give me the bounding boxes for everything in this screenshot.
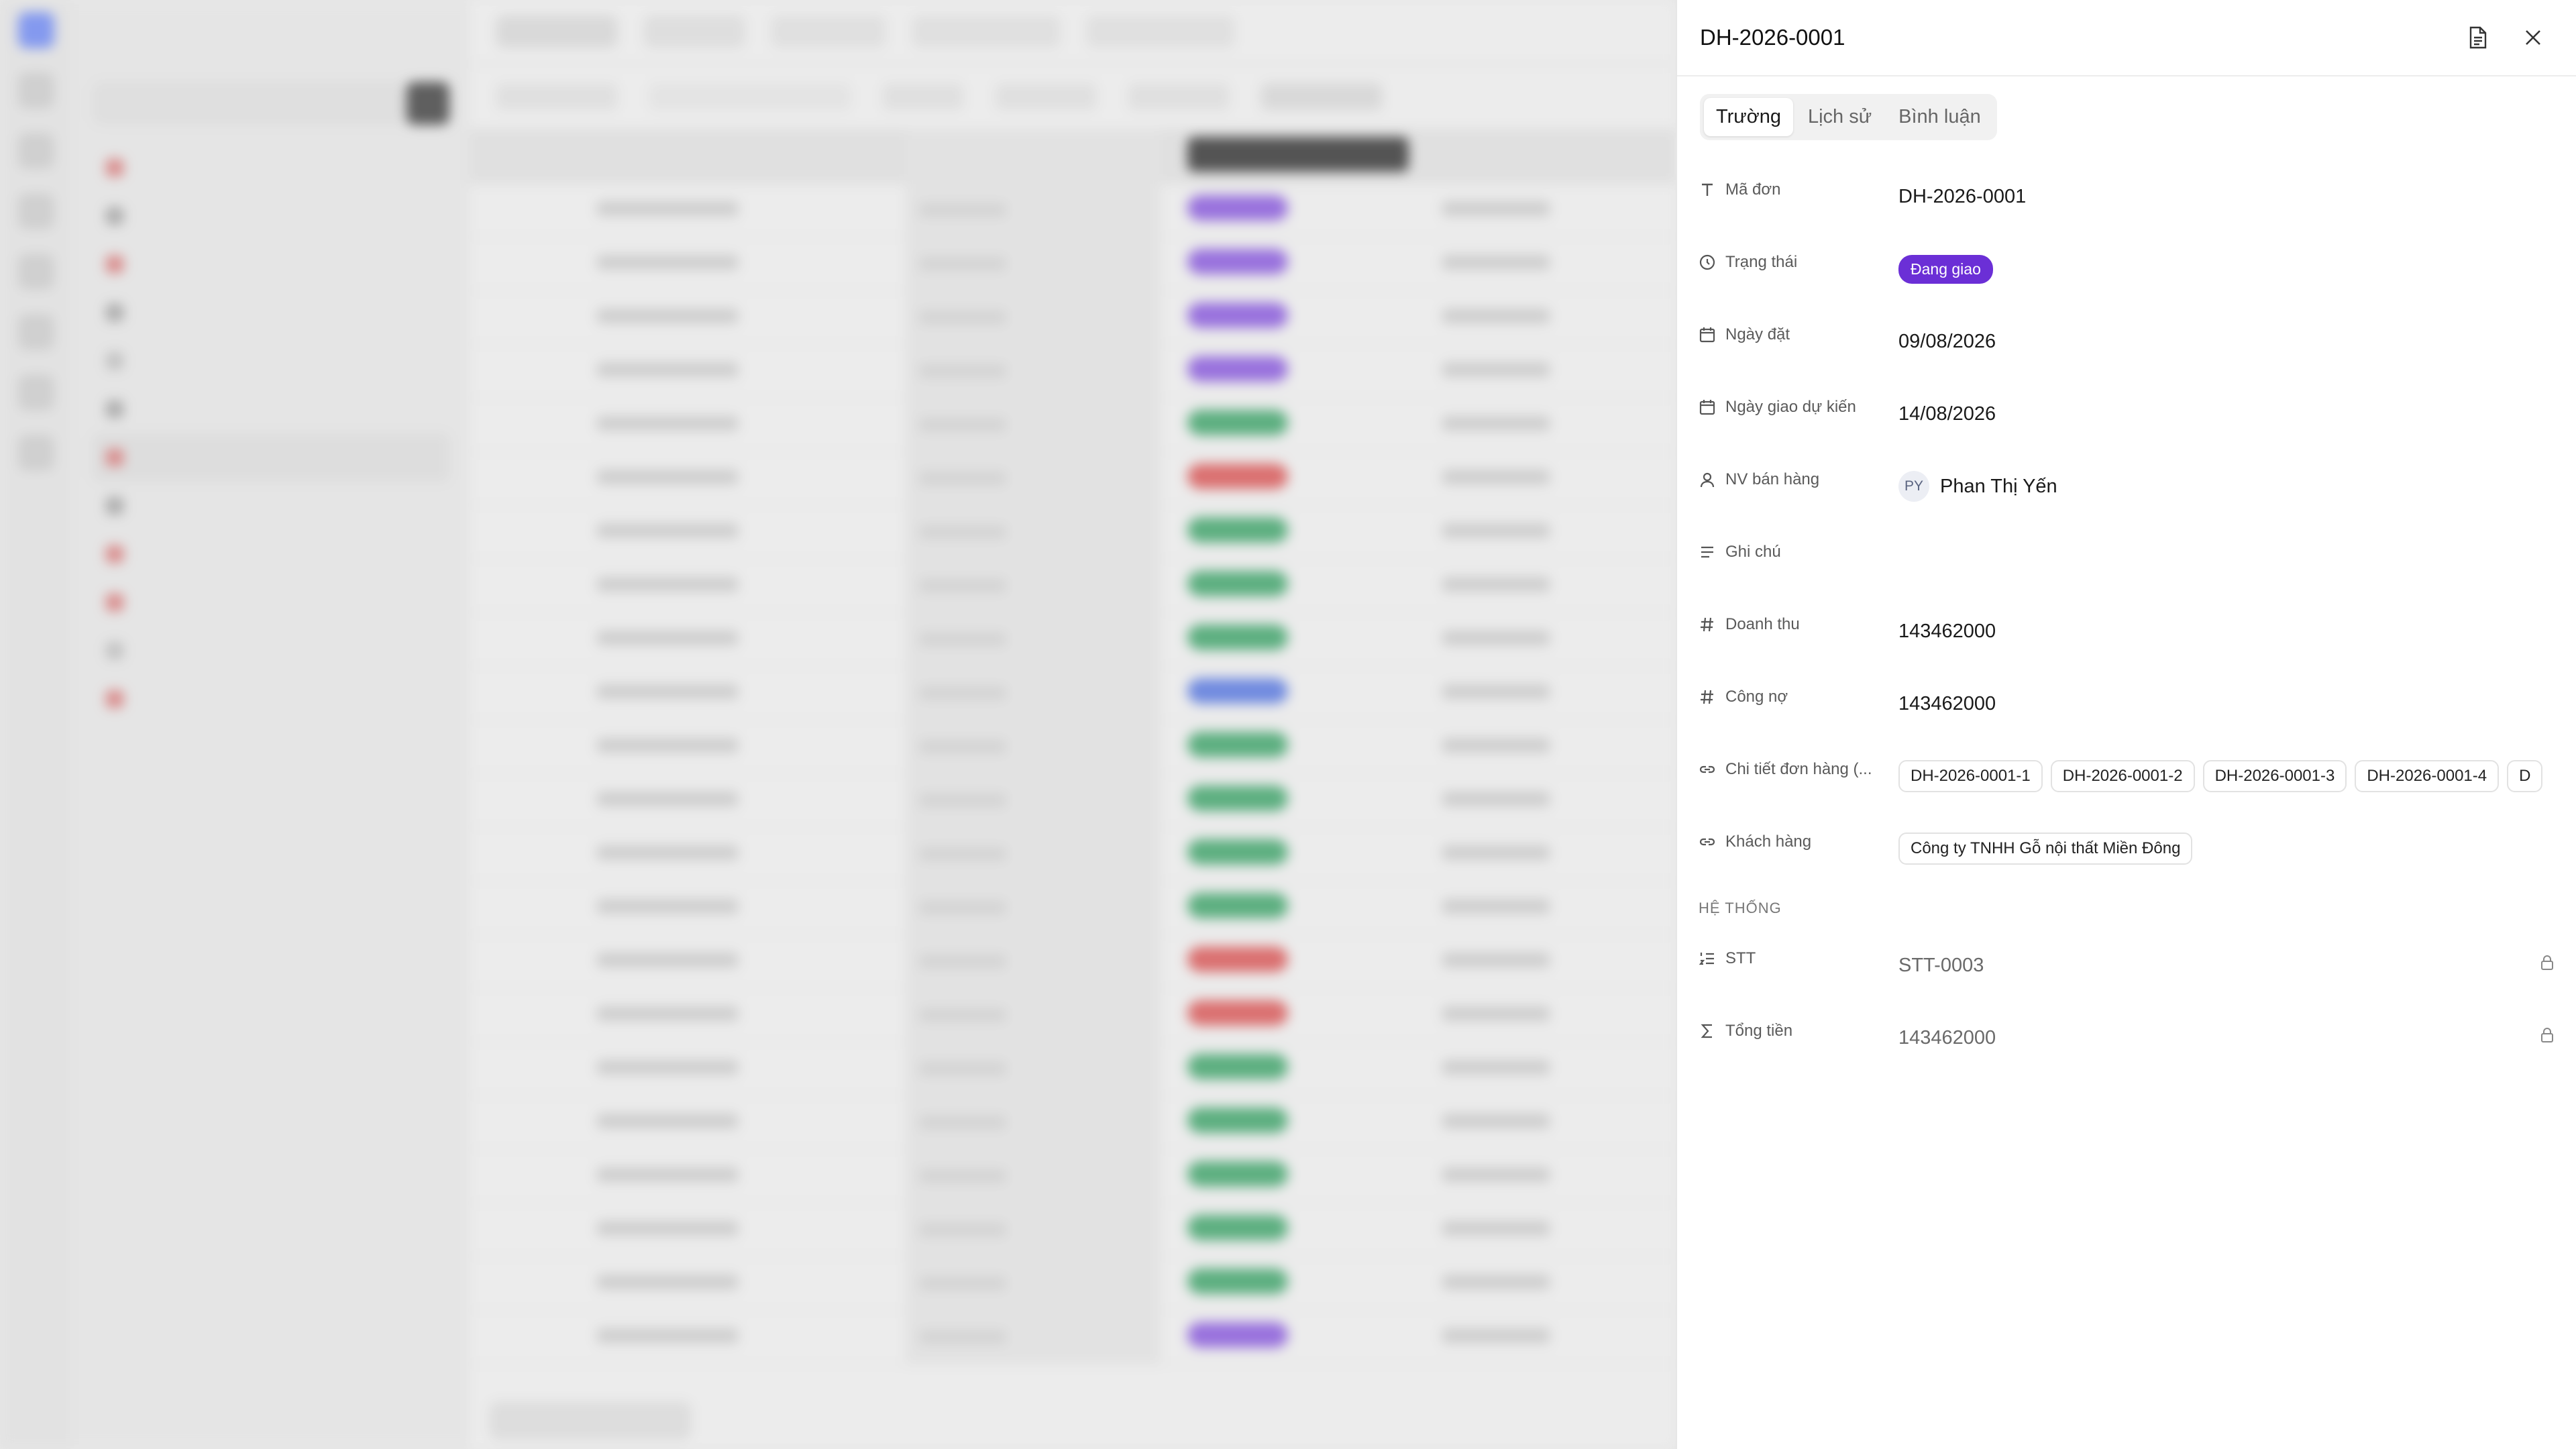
field-order-date: Ngày đặt 09/08/2026	[1677, 305, 2576, 378]
text-type-icon	[1702, 183, 1713, 196]
field-delivery-date: Ngày giao dự kiến 14/08/2026	[1677, 378, 2576, 450]
close-icon	[2526, 30, 2540, 45]
calendar-icon	[1699, 327, 1715, 343]
field-label-text: Mã đơn	[1725, 180, 1781, 199]
field-label: Mã đơn	[1699, 160, 1898, 199]
status-badge[interactable]: Đang giao	[1898, 254, 1993, 284]
lock-icon	[2541, 955, 2553, 970]
debt-value[interactable]: 143462000	[1898, 693, 2576, 715]
document-icon	[2469, 26, 2487, 49]
field-list: Mã đơn DH-2026-0001 Trạng thái Đang giao…	[1677, 160, 2576, 1074]
field-label-text: Trạng thái	[1725, 253, 1798, 271]
field-stt: STT STT-0003	[1677, 929, 2576, 1002]
revenue-value[interactable]: 143462000	[1898, 621, 2576, 643]
hash-icon	[1701, 690, 1713, 704]
sigma-icon	[1701, 1024, 1712, 1038]
lines-icon	[1701, 546, 1713, 558]
linked-record-chip[interactable]: D	[2507, 760, 2543, 792]
field-order-code: Mã đơn DH-2026-0001	[1677, 160, 2576, 233]
tab-fields[interactable]: Trường	[1704, 98, 1793, 136]
order-details-chips: DH-2026-0001-1 DH-2026-0001-2 DH-2026-00…	[1898, 760, 2576, 792]
panel-header: DH-2026-0001	[1677, 0, 2576, 76]
status-value[interactable]: Đang giao	[1898, 254, 2576, 284]
link-icon	[1699, 765, 1715, 773]
total-value: 143462000	[1898, 1026, 1996, 1049]
field-label-text: Ngày giao dự kiến	[1725, 398, 1856, 416]
field-revenue: Doanh thu 143462000	[1677, 595, 2576, 667]
calendar-icon	[1699, 400, 1715, 415]
field-label: Công nợ	[1699, 667, 1898, 706]
record-detail-panel: DH-2026-0001 Trường Lịch sử Bình luận Mã…	[1676, 0, 2576, 1449]
person-icon	[1700, 472, 1715, 488]
field-order-details: Chi tiết đơn hàng (... DH-2026-0001-1 DH…	[1677, 740, 2576, 812]
field-status: Trạng thái Đang giao	[1677, 233, 2576, 305]
field-debt: Công nợ 143462000	[1677, 667, 2576, 740]
field-label: NV bán hàng	[1699, 450, 1898, 489]
field-salesperson: NV bán hàng PY Phan Thị Yến	[1677, 450, 2576, 523]
field-label: Doanh thu	[1699, 595, 1898, 634]
customer-value: Công ty TNHH Gỗ nội thất Miền Đông	[1898, 833, 2576, 865]
field-label: Chi tiết đơn hàng (...	[1699, 740, 1898, 779]
linked-record-chip[interactable]: DH-2026-0001-2	[2050, 760, 2195, 792]
order-code-value[interactable]: DH-2026-0001	[1898, 186, 2576, 208]
customer-chip[interactable]: Công ty TNHH Gỗ nội thất Miền Đông	[1898, 833, 2193, 865]
modal-backdrop[interactable]	[0, 0, 1676, 1449]
field-label: Trạng thái	[1699, 233, 1898, 272]
field-label: Khách hàng	[1699, 812, 1898, 851]
order-date-value[interactable]: 09/08/2026	[1898, 331, 2576, 353]
field-label: Ngày đặt	[1699, 305, 1898, 344]
avatar: PY	[1898, 471, 1929, 502]
field-customer: Khách hàng Công ty TNHH Gỗ nội thất Miền…	[1677, 812, 2576, 885]
numbered-list-icon	[1699, 953, 1714, 965]
field-label: Ghi chú	[1699, 523, 1898, 561]
field-label: Ngày giao dự kiến	[1699, 378, 1898, 417]
field-total: Tổng tiền 143462000	[1677, 1002, 2576, 1074]
lock-icon	[2541, 1028, 2553, 1042]
field-label-text: Tổng tiền	[1725, 1022, 1793, 1040]
stt-value: STT-0003	[1898, 954, 1984, 976]
tab-history[interactable]: Lịch sử	[1796, 98, 1884, 136]
field-label-text: STT	[1725, 949, 1756, 967]
status-circle-icon	[1699, 254, 1715, 270]
panel-tabs: Trường Lịch sử Bình luận	[1700, 94, 1997, 140]
field-label-text: Doanh thu	[1725, 615, 1800, 633]
document-button[interactable]	[2458, 17, 2498, 58]
field-label-text: Ghi chú	[1725, 543, 1781, 561]
field-label-text: Ngày đặt	[1725, 325, 1790, 343]
delivery-date-value[interactable]: 14/08/2026	[1898, 403, 2576, 425]
field-label-text: Chi tiết đơn hàng (...	[1725, 760, 1872, 778]
field-label-text: Khách hàng	[1725, 833, 1812, 851]
link-icon	[1699, 838, 1715, 846]
linked-record-chip[interactable]: DH-2026-0001-1	[1898, 760, 2043, 792]
field-label-text: Công nợ	[1725, 688, 1788, 706]
tab-comments[interactable]: Bình luận	[1886, 98, 1993, 136]
field-label: STT	[1699, 929, 1898, 968]
field-label-text: NV bán hàng	[1725, 470, 1820, 488]
close-button[interactable]	[2513, 17, 2553, 58]
salesperson-value[interactable]: PY Phan Thị Yến	[1898, 471, 2576, 502]
system-section-title: HỆ THỐNG	[1699, 900, 1782, 916]
salesperson-name: Phan Thị Yến	[1940, 475, 2057, 497]
linked-record-chip[interactable]: DH-2026-0001-4	[2355, 760, 2500, 792]
linked-record-chip[interactable]: DH-2026-0001-3	[2202, 760, 2347, 792]
field-label: Tổng tiền	[1699, 1002, 1898, 1040]
hash-icon	[1701, 617, 1713, 632]
field-note: Ghi chú	[1677, 523, 2576, 595]
panel-title: DH-2026-0001	[1700, 25, 1845, 50]
